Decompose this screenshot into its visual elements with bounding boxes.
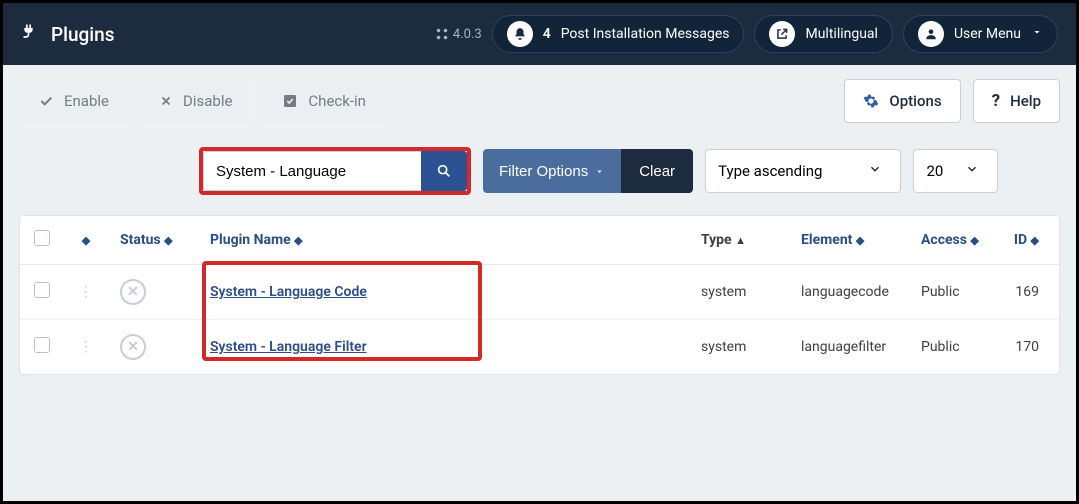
sort-icon: ◆: [970, 234, 978, 247]
help-label: Help: [1010, 92, 1041, 110]
limit-select[interactable]: 20: [913, 149, 998, 193]
sort-icon: ◆: [82, 234, 90, 247]
table-row: ⋮ ✕ System - Language Filter system lang…: [20, 320, 1059, 375]
chevron-down-icon: [862, 162, 888, 180]
page-title: Plugins: [51, 23, 115, 46]
col-id[interactable]: ID ◆: [999, 216, 1059, 265]
col-type[interactable]: Type ▲: [689, 216, 789, 265]
multilingual-pill[interactable]: Multilingual: [754, 15, 892, 53]
plug-icon: [21, 22, 41, 47]
select-all-checkbox[interactable]: [34, 230, 50, 246]
usermenu-label: User Menu: [954, 26, 1021, 42]
cell-id: 169: [999, 265, 1059, 320]
search-icon: [436, 163, 452, 179]
chevron-down-icon: [594, 166, 605, 177]
plugin-link[interactable]: System - Language Filter: [210, 339, 367, 355]
disable-button[interactable]: Disable: [140, 79, 251, 123]
status-toggle[interactable]: ✕: [120, 334, 146, 360]
cell-type: system: [689, 320, 789, 375]
cell-access: Public: [909, 320, 999, 375]
page-heading: Plugins: [21, 22, 435, 47]
search-button[interactable]: [421, 151, 467, 191]
plugins-table: ◆ Status ◆ Plugin Name ◆ Type ▲ Element …: [20, 216, 1059, 374]
multilingual-label: Multilingual: [805, 26, 877, 42]
options-button[interactable]: Options: [844, 79, 960, 123]
notifications-count: 4: [543, 26, 551, 42]
cell-type: system: [689, 265, 789, 320]
status-toggle[interactable]: ✕: [120, 279, 146, 305]
content-area: Enable Disable Check-in Options ? Help F…: [3, 65, 1076, 501]
sort-icon: ◆: [1031, 234, 1039, 247]
filter-options-label: Filter Options: [499, 163, 588, 180]
topbar-right: 4.0.3 4 Post Installation Messages Multi…: [435, 15, 1058, 53]
sort-select[interactable]: Type ascending: [705, 149, 901, 193]
action-toolbar: Enable Disable Check-in Options ? Help: [19, 79, 1060, 123]
external-link-icon: [769, 21, 795, 47]
limit-label: 20: [926, 162, 943, 180]
search-input[interactable]: [203, 151, 421, 191]
row-checkbox[interactable]: [34, 282, 50, 298]
col-status[interactable]: Status ◆: [108, 216, 198, 265]
question-icon: ?: [992, 91, 1000, 111]
col-name[interactable]: Plugin Name ◆: [198, 216, 689, 265]
checkin-label: Check-in: [308, 92, 366, 110]
chevron-down-icon: [959, 162, 985, 180]
filter-options-button[interactable]: Filter Options: [483, 149, 621, 193]
cell-element: languagefilter: [789, 320, 909, 375]
table-row: ⋮ ✕ System - Language Code system langua…: [20, 265, 1059, 320]
sort-label: Type ascending: [718, 162, 822, 180]
notifications-pill[interactable]: 4 Post Installation Messages: [492, 15, 745, 53]
user-icon: [918, 21, 944, 47]
plugins-table-card: ◆ Status ◆ Plugin Name ◆ Type ▲ Element …: [19, 215, 1060, 375]
help-button[interactable]: ? Help: [973, 79, 1060, 123]
version-text: 4.0.3: [453, 27, 482, 42]
clear-button[interactable]: Clear: [621, 149, 693, 193]
sort-icon: ◆: [856, 234, 864, 247]
bell-icon: [507, 21, 533, 47]
notifications-label: Post Installation Messages: [561, 26, 730, 42]
filter-row: Filter Options Clear Type ascending 20: [19, 147, 1060, 195]
options-label: Options: [889, 92, 941, 110]
sort-asc-icon: ▲: [735, 234, 746, 247]
col-element[interactable]: Element ◆: [789, 216, 909, 265]
drag-handle-icon[interactable]: ⋮: [79, 284, 93, 300]
row-checkbox[interactable]: [34, 337, 50, 353]
cell-id: 170: [999, 320, 1059, 375]
chevron-down-icon: [1031, 26, 1043, 42]
clear-label: Clear: [639, 163, 675, 180]
col-order[interactable]: ◆: [64, 216, 108, 265]
enable-label: Enable: [64, 92, 109, 110]
drag-handle-icon[interactable]: ⋮: [79, 339, 93, 355]
top-bar: Plugins 4.0.3 4 Post Installation Messag…: [3, 3, 1076, 65]
cell-element: languagecode: [789, 265, 909, 320]
sort-icon: ◆: [294, 234, 302, 247]
cell-access: Public: [909, 265, 999, 320]
plugin-link[interactable]: System - Language Code: [210, 284, 367, 300]
search-highlight-box: [199, 147, 471, 195]
sort-icon: ◆: [164, 234, 172, 247]
checkin-button[interactable]: Check-in: [263, 79, 385, 123]
version-label: 4.0.3: [435, 27, 482, 42]
usermenu-pill[interactable]: User Menu: [903, 15, 1058, 53]
enable-button[interactable]: Enable: [19, 79, 128, 123]
col-access[interactable]: Access ◆: [909, 216, 999, 265]
disable-label: Disable: [183, 92, 232, 110]
